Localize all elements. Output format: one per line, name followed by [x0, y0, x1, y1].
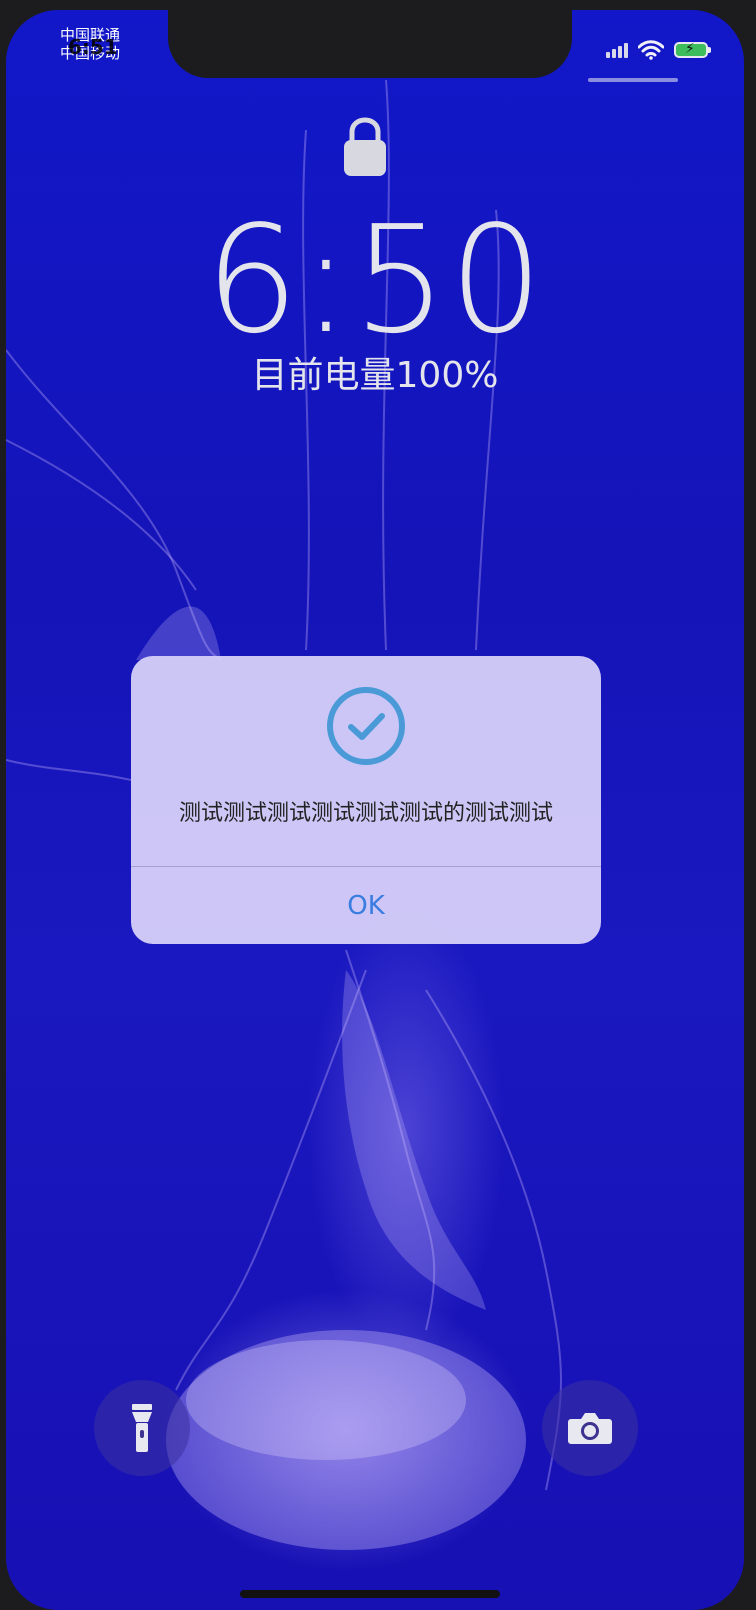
charging-bolt-icon: ⚡ [685, 41, 695, 57]
camera-button[interactable] [542, 1380, 638, 1476]
check-circle-icon [327, 687, 405, 765]
status-time: 6:51 [68, 35, 118, 59]
carrier-info: 中国联通 中国移动 6:51 [60, 26, 120, 62]
flashlight-icon [132, 1404, 152, 1452]
lock-icon [344, 117, 386, 176]
alert-message: 测试测试测试测试测试测试的测试测试 [178, 801, 553, 826]
alert-dialog: 测试测试测试测试测试测试的测试测试 OK [131, 656, 601, 944]
battery-icon: ⚡ [674, 41, 711, 58]
wifi-icon [638, 40, 664, 60]
control-center-indicator[interactable] [588, 78, 678, 82]
flashlight-button[interactable] [94, 1380, 190, 1476]
notch [168, 10, 572, 78]
home-indicator[interactable] [240, 1590, 500, 1598]
status-indicators: ⚡ [606, 40, 711, 60]
lock-screen: 中国联通 中国移动 6:51 ⚡ 6:50 目前电量100% 测试测试测试测试测… [6, 10, 744, 1610]
lock-screen-time: 6:50 [204, 194, 546, 366]
ok-button[interactable]: OK [131, 867, 601, 944]
signal-icon [606, 42, 628, 58]
battery-status-text: 目前电量100% [251, 355, 499, 396]
device-frame: 中国联通 中国移动 6:51 ⚡ 6:50 目前电量100% 测试测试测试测试测… [0, 0, 756, 1610]
camera-icon [568, 1413, 612, 1444]
